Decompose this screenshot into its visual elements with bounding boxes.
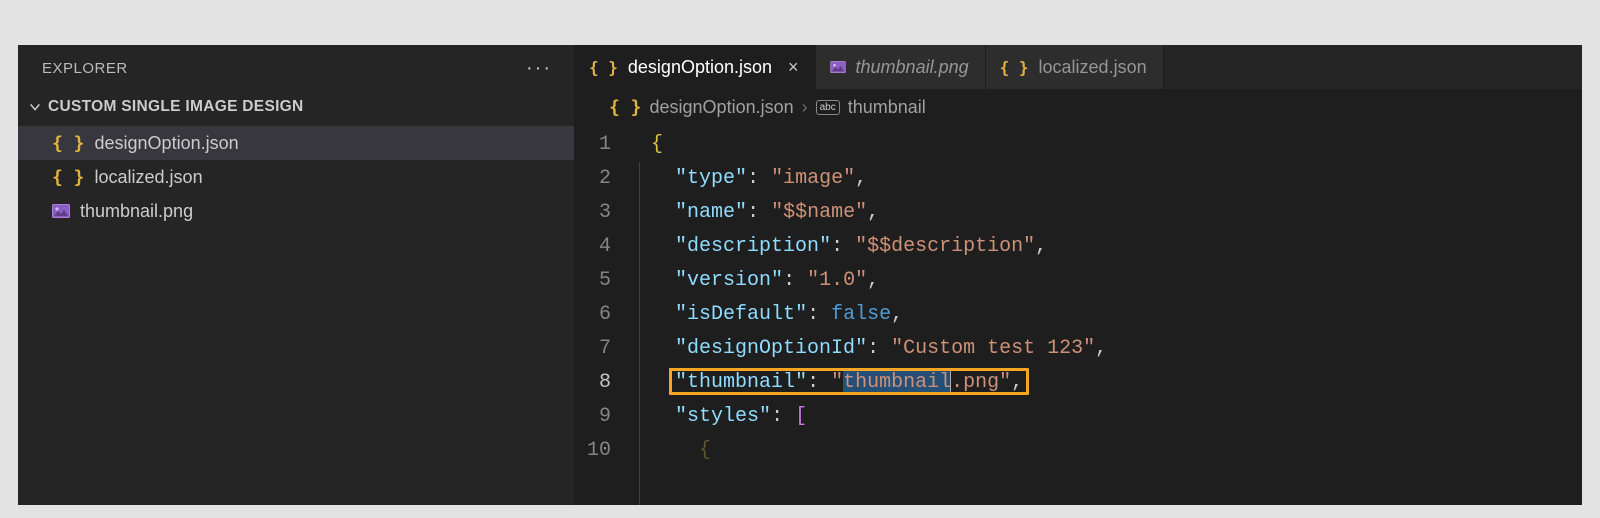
breadcrumb-file: designOption.json	[650, 97, 794, 118]
file-item-thumbnail[interactable]: thumbnail.png	[18, 194, 574, 228]
tab-label: designOption.json	[628, 57, 772, 78]
code-line[interactable]: {	[651, 128, 1582, 162]
code-line[interactable]: "styles": [	[651, 400, 1582, 434]
close-icon[interactable]: ×	[788, 58, 799, 76]
line-number: 9	[575, 400, 611, 434]
explorer-title: EXPLORER	[42, 60, 128, 77]
json-icon: { }	[52, 133, 85, 154]
explorer-more-icon[interactable]: ···	[526, 57, 552, 80]
text-selection: thumbnail	[843, 371, 951, 394]
symbol-string-icon: abc	[816, 100, 840, 115]
explorer-header: EXPLORER ···	[18, 45, 574, 92]
image-icon	[830, 61, 846, 73]
file-list: { } designOption.json { } localized.json…	[18, 126, 574, 228]
file-item-localized[interactable]: { } localized.json	[18, 160, 574, 194]
line-number: 8	[575, 366, 611, 400]
explorer-sidebar: EXPLORER ··· CUSTOM SINGLE IMAGE DESIGN …	[18, 45, 575, 505]
code-line[interactable]: "version": "1.0",	[651, 264, 1582, 298]
line-number: 1	[575, 128, 611, 162]
line-number: 7	[575, 332, 611, 366]
brace-open: {	[651, 133, 663, 156]
json-icon: { }	[52, 167, 85, 188]
line-number: 2	[575, 162, 611, 196]
line-number: 3	[575, 196, 611, 230]
app-window: EXPLORER ··· CUSTOM SINGLE IMAGE DESIGN …	[18, 45, 1582, 505]
line-number: 10	[575, 434, 611, 468]
tab-localized[interactable]: { } localized.json	[986, 45, 1164, 89]
code-line[interactable]: "description": "$$description",	[651, 230, 1582, 264]
json-icon: { }	[1000, 58, 1029, 77]
code-editor[interactable]: 1 2 3 4 5 6 7 8 9 10 { "type": "image", …	[575, 128, 1582, 505]
json-icon: { }	[589, 58, 618, 77]
breadcrumb[interactable]: { } designOption.json › abc thumbnail	[575, 89, 1582, 128]
json-icon: { }	[609, 97, 642, 118]
tab-label: localized.json	[1039, 57, 1147, 78]
code-line[interactable]: "thumbnail": "thumbnail.png",	[651, 366, 1582, 400]
editor-area: { } designOption.json × thumbnail.png { …	[575, 45, 1582, 505]
code-line[interactable]: "type": "image",	[651, 162, 1582, 196]
folder-section-header[interactable]: CUSTOM SINGLE IMAGE DESIGN	[18, 92, 574, 126]
tab-bar: { } designOption.json × thumbnail.png { …	[575, 45, 1582, 89]
breadcrumb-symbol: thumbnail	[848, 97, 926, 118]
image-icon	[52, 204, 70, 218]
tab-design-option[interactable]: { } designOption.json ×	[575, 45, 816, 89]
tab-label: thumbnail.png	[856, 57, 969, 78]
tab-thumbnail[interactable]: thumbnail.png	[816, 45, 986, 89]
file-item-label: thumbnail.png	[80, 201, 193, 222]
chevron-right-icon: ›	[802, 97, 808, 118]
line-number: 4	[575, 230, 611, 264]
code-line[interactable]: {	[651, 434, 1582, 468]
code-line[interactable]: "designOptionId": "Custom test 123",	[651, 332, 1582, 366]
indent-guide	[639, 162, 640, 505]
folder-section-title: CUSTOM SINGLE IMAGE DESIGN	[48, 98, 304, 116]
code-line[interactable]: "isDefault": false,	[651, 298, 1582, 332]
file-item-design-option[interactable]: { } designOption.json	[18, 126, 574, 160]
file-item-label: localized.json	[95, 167, 203, 188]
line-number: 6	[575, 298, 611, 332]
line-number: 5	[575, 264, 611, 298]
line-number-gutter: 1 2 3 4 5 6 7 8 9 10	[575, 128, 633, 505]
file-item-label: designOption.json	[95, 133, 239, 154]
code-line[interactable]: "name": "$$name",	[651, 196, 1582, 230]
code-content[interactable]: { "type": "image", "name": "$$name", "de…	[633, 128, 1582, 505]
chevron-down-icon	[28, 100, 42, 114]
